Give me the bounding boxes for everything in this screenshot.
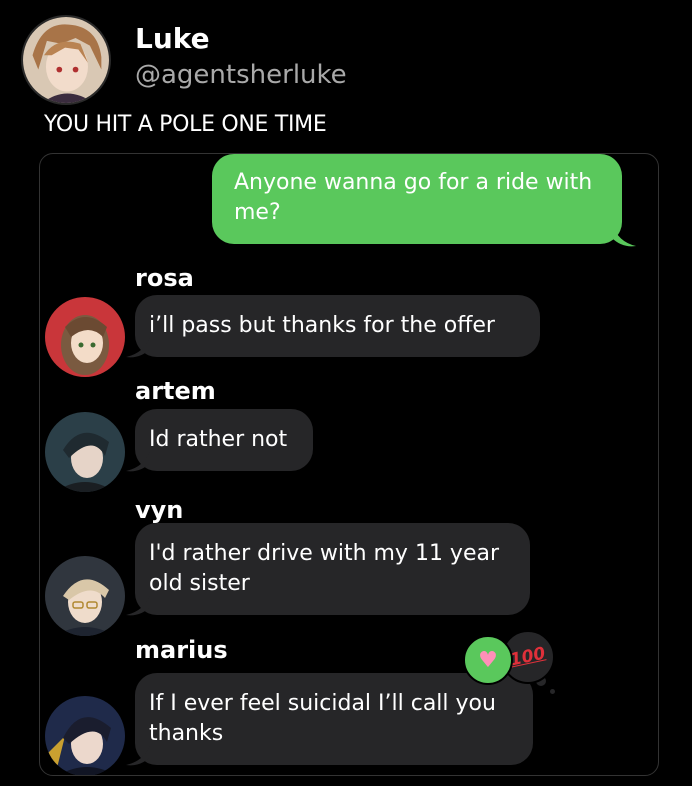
sender-name-rosa: rosa bbox=[135, 264, 194, 292]
message-text-vyn: I'd rather drive with my 11 year old sis… bbox=[149, 541, 500, 596]
rosa-avatar[interactable] bbox=[45, 297, 125, 377]
incoming-bubble-tail bbox=[126, 451, 150, 472]
artem-avatar[interactable] bbox=[45, 412, 125, 492]
message-bubble-rosa: i’ll pass but thanks for the offer bbox=[135, 295, 540, 357]
incoming-bubble-tail bbox=[126, 337, 150, 358]
sender-name-artem: artem bbox=[135, 377, 216, 405]
message-text-marius: If I ever feel suicidal I’ll call you th… bbox=[149, 691, 496, 746]
heart-icon: ♥ bbox=[478, 647, 498, 673]
incoming-bubble-tail bbox=[126, 595, 150, 616]
message-text-artem: Id rather not bbox=[149, 427, 288, 452]
marius-avatar[interactable] bbox=[45, 696, 125, 775]
outgoing-bubble-tail bbox=[612, 224, 636, 247]
author-name[interactable]: Luke bbox=[135, 22, 210, 55]
incoming-bubble-tail bbox=[126, 745, 150, 766]
chat-screenshot[interactable]: Anyone wanna go for a ride with me? rosa… bbox=[39, 153, 659, 776]
message-text-rosa: i’ll pass but thanks for the offer bbox=[149, 313, 495, 338]
vyn-avatar[interactable] bbox=[45, 556, 125, 636]
message-bubble-artem: Id rather not bbox=[135, 409, 313, 471]
outgoing-message-bubble: Anyone wanna go for a ride with me? bbox=[212, 154, 622, 244]
heart-reaction[interactable]: ♥ bbox=[463, 635, 513, 685]
outgoing-message-text: Anyone wanna go for a ride with me? bbox=[234, 170, 593, 225]
sender-name-marius: marius bbox=[135, 636, 228, 664]
author-avatar[interactable] bbox=[21, 15, 111, 105]
post-header: Luke @agentsherluke YOU HIT A POLE ONE T… bbox=[0, 0, 692, 150]
message-bubble-marius: If I ever feel suicidal I’ll call you th… bbox=[135, 673, 533, 765]
message-bubble-vyn: I'd rather drive with my 11 year old sis… bbox=[135, 523, 530, 615]
reaction-tail-dot bbox=[550, 689, 555, 694]
hundred-points-icon: 100 bbox=[508, 643, 548, 671]
post-text: YOU HIT A POLE ONE TIME bbox=[44, 112, 327, 137]
author-handle[interactable]: @agentsherluke bbox=[135, 60, 347, 90]
sender-name-vyn: vyn bbox=[135, 496, 184, 524]
